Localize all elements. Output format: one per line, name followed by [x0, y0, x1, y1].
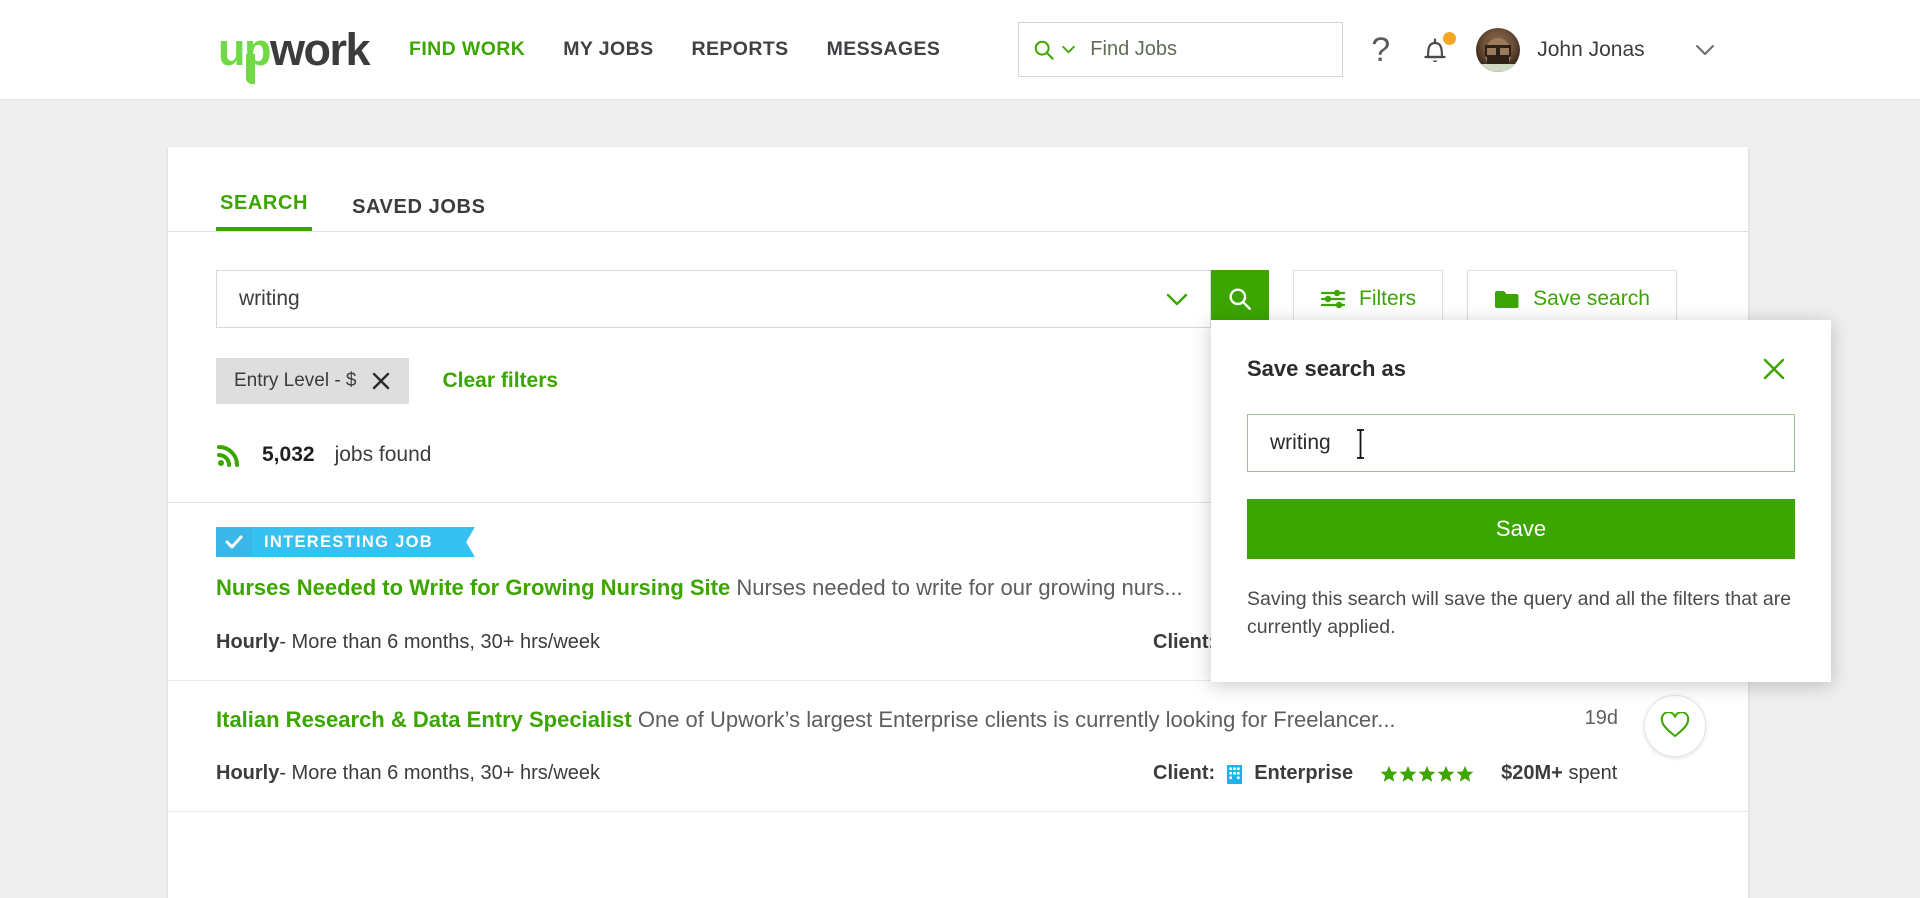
avatar[interactable] — [1476, 27, 1521, 72]
save-search-button-label: Save search — [1533, 287, 1650, 310]
job-payment-type: Hourly — [216, 762, 280, 785]
search-icon — [1035, 40, 1055, 60]
sliders-icon — [1320, 289, 1346, 309]
filters-button-label: Filters — [1359, 287, 1417, 310]
save-search-name-value: writing — [1270, 431, 1331, 454]
user-menu-chevron-down-icon[interactable] — [1695, 44, 1715, 56]
global-search-placeholder: Find Jobs — [1090, 38, 1178, 60]
job-terms: - More than 6 months, 30+ hrs/week — [279, 762, 601, 785]
clear-filters-button[interactable]: Clear filters — [443, 369, 559, 393]
client-spend: $20M+ spent — [1501, 762, 1617, 785]
search-icon — [1229, 288, 1251, 310]
nav-item-reports[interactable]: REPORTS — [691, 38, 788, 61]
results-count: 5,032 — [262, 443, 315, 466]
logo-tail-decoration — [246, 53, 255, 84]
save-job-button[interactable] — [1644, 694, 1706, 757]
upwork-logo[interactable]: up work — [218, 23, 371, 84]
nav-item-messages[interactable]: MESSAGES — [827, 38, 941, 61]
interesting-job-badge-label: INTERESTING JOB — [252, 527, 453, 557]
filter-chip-entry-level[interactable]: Entry Level - $ — [216, 358, 409, 404]
job-search-value: writing — [239, 287, 300, 310]
job-age: 19d — [1584, 706, 1618, 729]
modal-save-button[interactable]: Save — [1247, 499, 1795, 559]
logo-up-text: up — [218, 23, 271, 75]
avatar-glasses — [1485, 44, 1512, 57]
interesting-job-badge: INTERESTING JOB — [216, 527, 475, 557]
enterprise-building-icon — [1227, 765, 1243, 785]
job-search-chevron-down-icon[interactable] — [1166, 293, 1188, 306]
page-root: up work FIND WORK MY JOBS REPORTS MESSAGE… — [0, 0, 1920, 898]
text-cursor-icon — [1357, 429, 1364, 459]
modal-header: Save search as — [1211, 320, 1831, 387]
job-description: Nurses needed to write for our growing n… — [736, 575, 1183, 600]
nav-item-find-work[interactable]: FIND WORK — [409, 38, 525, 61]
logo-work-text: work — [269, 23, 371, 75]
job-title-line: Italian Research & Data Entry Specialist… — [216, 705, 1700, 735]
client-status: Enterprise — [1254, 762, 1354, 785]
heart-icon — [1660, 712, 1690, 738]
save-search-modal: Save search as writing Save Saving this … — [1211, 320, 1831, 682]
filter-chip-label: Entry Level - $ — [234, 370, 357, 391]
notification-dot — [1443, 31, 1457, 45]
modal-note: Saving this search will save the query a… — [1247, 588, 1792, 639]
folder-icon — [1495, 290, 1519, 308]
tab-bar: SEARCH SAVED JOBS — [168, 147, 1748, 232]
job-description: One of Upwork’s largest Enterprise clien… — [637, 706, 1396, 732]
search-controls-row: writing Filters Save search — [168, 232, 1748, 328]
tab-saved-jobs[interactable]: SAVED JOBS — [348, 196, 489, 231]
client-label: Client: — [1153, 762, 1216, 785]
check-icon — [216, 527, 252, 557]
user-name-label[interactable]: John Jonas — [1537, 38, 1644, 62]
modal-title: Save search as — [1247, 356, 1407, 381]
job-title[interactable]: Italian Research & Data Entry Specialist — [216, 707, 632, 732]
job-meta-row: Hourly - More than 6 months, 30+ hrs/wee… — [216, 762, 1700, 785]
global-search-box[interactable]: Find Jobs — [1018, 22, 1344, 77]
job-title[interactable]: Nurses Needed to Write for Growing Nursi… — [216, 575, 730, 600]
client-spend-label: spent — [1568, 762, 1618, 785]
site-header: up work FIND WORK MY JOBS REPORTS MESSAGE… — [0, 0, 1920, 100]
save-search-name-input[interactable]: writing — [1247, 414, 1795, 472]
help-icon[interactable]: ? — [1371, 33, 1390, 67]
nav-item-my-jobs[interactable]: MY JOBS — [563, 38, 653, 61]
client-spend-amount: $20M+ — [1501, 762, 1563, 785]
tab-search[interactable]: SEARCH — [216, 192, 313, 231]
job-listing[interactable]: Italian Research & Data Entry Specialist… — [168, 681, 1748, 813]
job-search-input[interactable]: writing — [216, 270, 1211, 328]
badge-notch — [452, 527, 475, 557]
notifications-button[interactable] — [1420, 31, 1457, 66]
modal-close-button[interactable] — [1761, 356, 1787, 387]
avatar-shirt — [1476, 63, 1521, 72]
job-terms: - More than 6 months, 30+ hrs/week — [279, 630, 601, 653]
rss-feed-icon[interactable] — [216, 442, 242, 468]
close-icon — [1763, 358, 1785, 380]
job-payment-type: Hourly — [216, 630, 280, 653]
client-label: Client: — [1153, 630, 1216, 653]
main-nav: FIND WORK MY JOBS REPORTS MESSAGES — [409, 38, 940, 61]
client-rating-stars — [1380, 765, 1474, 783]
results-label: jobs found — [334, 443, 432, 466]
close-icon[interactable] — [371, 371, 391, 391]
chevron-down-icon[interactable] — [1061, 45, 1076, 54]
job-client-info: Client: Enterprise $20M+ spent — [1153, 762, 1617, 785]
